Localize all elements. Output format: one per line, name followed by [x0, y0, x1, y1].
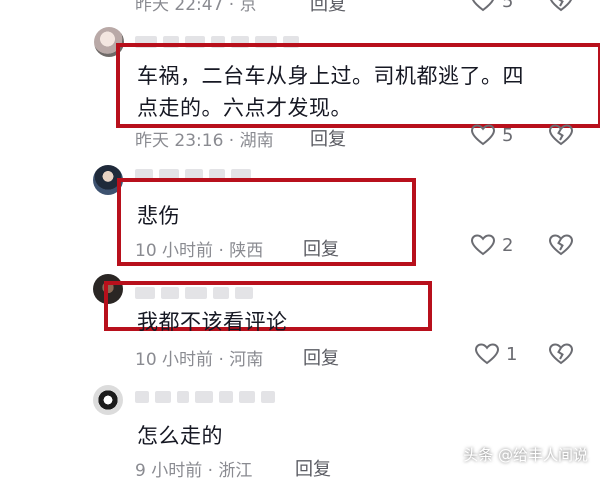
broken-heart-icon [548, 124, 574, 146]
watermark: 头条 @给丰人间说 [463, 446, 588, 464]
comment-1-reply-button[interactable]: 回复 [310, 125, 346, 151]
comment-2-text: 悲伤 [137, 204, 180, 228]
comment-3-meta: 10 小时前 · 河南 [135, 350, 264, 370]
heart-outline-icon [470, 124, 496, 146]
broken-heart-icon [549, 0, 573, 12]
comment-3-text: 我都不该看评论 [137, 310, 288, 334]
comment-0-reply-button[interactable]: 回复 [310, 0, 346, 16]
comment-2-like-count: 2 [502, 234, 514, 256]
comment-4-meta: 9 小时前 · 浙江 [135, 461, 253, 481]
comment-0-like-count: 5 [502, 0, 514, 12]
heart-outline-icon [474, 343, 500, 365]
comment-4-reply-button[interactable]: 回复 [295, 455, 331, 481]
comment-3-reply-button[interactable]: 回复 [303, 344, 339, 370]
comment-0-like-button[interactable]: 5 [470, 0, 513, 12]
comment-2-reply-button[interactable]: 回复 [303, 235, 339, 261]
comment-0-meta: 昨天 22:47 · 京 [135, 0, 257, 15]
comment-1-meta: 昨天 23:16 · 湖南 [135, 131, 274, 151]
comment-3-like-count: 1 [506, 343, 518, 365]
comment-0-dislike-button[interactable] [548, 0, 574, 16]
broken-heart-icon [548, 234, 574, 256]
comment-2-like-button[interactable]: 2 [470, 234, 513, 256]
heart-outline-icon [471, 0, 495, 12]
comment-3-dislike-button[interactable] [548, 343, 574, 369]
heart-outline-icon [470, 234, 496, 256]
comment-1-like-button[interactable]: 5 [470, 124, 513, 146]
username-blurred[interactable] [135, 390, 275, 404]
comment-1-dislike-button[interactable] [548, 124, 574, 150]
comment-1-text-line2: 点走的。六点才发现。 [137, 96, 352, 120]
comment-1-like-count: 5 [502, 124, 514, 146]
comment-4-text: 怎么走的 [137, 424, 223, 448]
comment-2-meta: 10 小时前 · 陕西 [135, 241, 264, 261]
avatar[interactable] [93, 385, 123, 415]
comment-3-like-button[interactable]: 1 [474, 343, 517, 365]
comment-1-text-line1: 车祸，二台车从身上过。司机都逃了。四 [137, 64, 524, 88]
comment-2-dislike-button[interactable] [548, 234, 574, 260]
broken-heart-icon [548, 343, 574, 365]
